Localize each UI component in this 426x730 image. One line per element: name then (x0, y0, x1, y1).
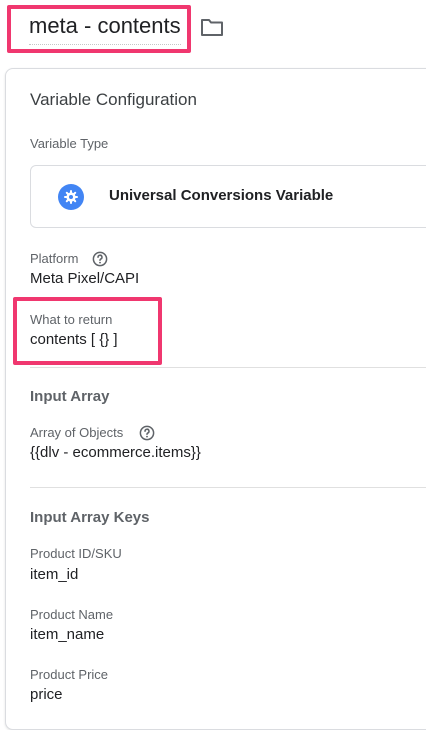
what-to-return-label: What to return (30, 312, 113, 327)
product-id-label: Product ID/SKU (30, 546, 122, 561)
card-title: Variable Configuration (30, 90, 197, 109)
gear-icon (58, 184, 84, 210)
input-array-keys-title: Input Array Keys (30, 509, 150, 526)
what-to-return-value: contents [ {} ] (30, 331, 118, 348)
input-array-title: Input Array (30, 388, 110, 405)
variable-type-name: Universal Conversions Variable (109, 187, 334, 204)
product-price-label: Product Price (30, 667, 109, 682)
product-id-value: item_id (30, 566, 79, 583)
folder-icon[interactable] (200, 17, 224, 37)
section-divider (30, 487, 426, 488)
product-name-value: item_name (30, 626, 105, 643)
variable-name-title[interactable]: meta - contents (29, 13, 181, 45)
array-of-objects-label: Array of Objects (30, 425, 124, 440)
array-of-objects-value: {{dlv - ecommerce.items}} (30, 444, 201, 461)
product-price-value: price (30, 686, 63, 703)
platform-label: Platform (30, 251, 79, 266)
top-bar: meta - contents (0, 0, 426, 62)
array-help-icon[interactable] (139, 425, 155, 441)
platform-help-icon[interactable] (92, 251, 108, 267)
variable-type-label: Variable Type (30, 136, 109, 151)
platform-value: Meta Pixel/CAPI (30, 270, 140, 287)
section-divider (30, 367, 426, 368)
product-name-label: Product Name (30, 607, 114, 622)
